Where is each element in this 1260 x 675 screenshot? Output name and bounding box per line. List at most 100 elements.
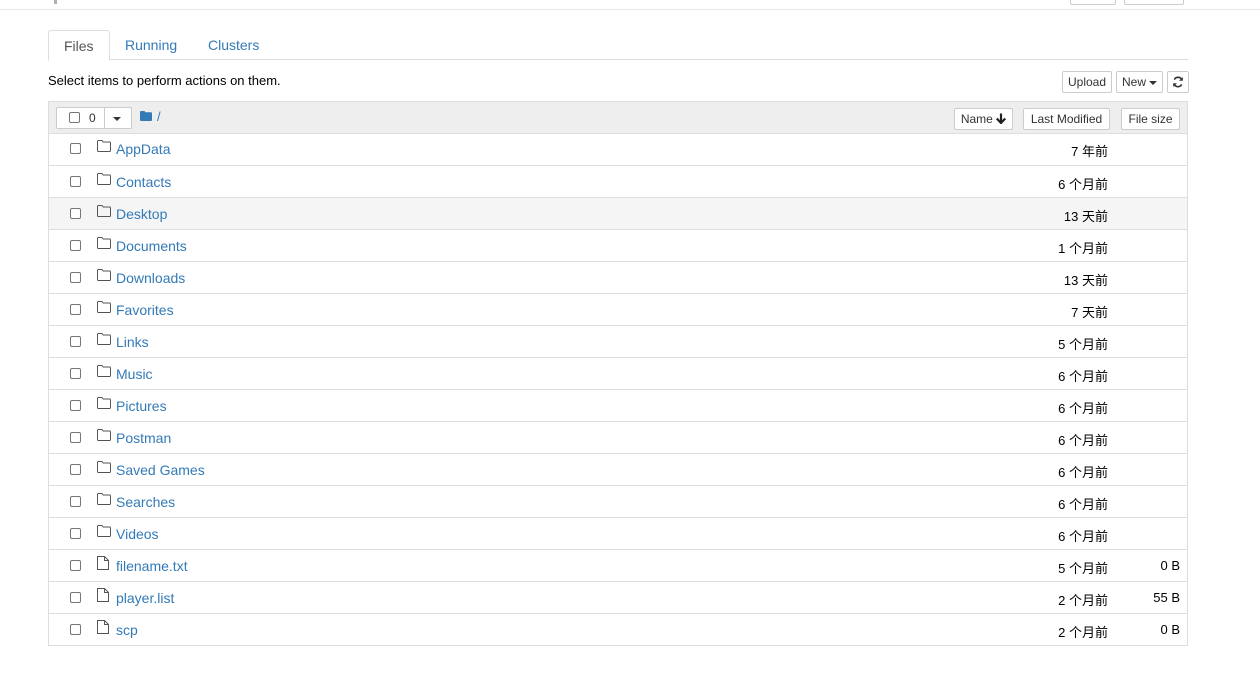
item-checkbox[interactable]: [70, 592, 81, 603]
item-checkbox[interactable]: [70, 624, 81, 635]
folder-icon: [97, 429, 111, 444]
breadcrumb[interactable]: /: [157, 109, 161, 124]
item-name-link[interactable]: scp: [116, 622, 138, 638]
item-checkbox[interactable]: [70, 208, 81, 219]
folder-icon: [97, 333, 111, 348]
select-all-checkbox[interactable]: [69, 112, 80, 123]
list-item[interactable]: Videos 6 个月前: [49, 517, 1187, 549]
sort-by-name-button[interactable]: Name: [954, 108, 1013, 130]
folder-icon: [97, 140, 111, 155]
list-item[interactable]: scp 2 个月前 0 B: [49, 613, 1187, 645]
item-name-link[interactable]: filename.txt: [116, 558, 188, 574]
list-item[interactable]: Postman 6 个月前: [49, 421, 1187, 453]
folder-icon: [97, 397, 111, 412]
item-modified: 5 个月前: [1058, 337, 1108, 352]
item-checkbox[interactable]: [70, 336, 81, 347]
new-button-label: New: [1121, 75, 1146, 89]
item-modified: 6 个月前: [1058, 529, 1108, 544]
refresh-button[interactable]: [1167, 71, 1189, 93]
item-name-link[interactable]: AppData: [116, 141, 170, 157]
list-item[interactable]: Favorites 7 天前: [49, 293, 1187, 325]
tab-files[interactable]: Files: [48, 30, 110, 61]
list-item[interactable]: filename.txt 5 个月前 0 B: [49, 549, 1187, 581]
list-item[interactable]: Documents 1 个月前: [49, 229, 1187, 261]
list-item[interactable]: Downloads 13 天前: [49, 261, 1187, 293]
item-name-link[interactable]: Downloads: [116, 270, 185, 286]
item-checkbox[interactable]: [70, 240, 81, 251]
item-modified: 7 天前: [1071, 305, 1108, 320]
item-checkbox[interactable]: [70, 176, 81, 187]
item-name-link[interactable]: player.list: [116, 590, 174, 606]
folder-icon: [97, 269, 111, 284]
item-checkbox[interactable]: [70, 560, 81, 571]
select-dropdown-button[interactable]: [104, 107, 132, 129]
item-name-link[interactable]: Music: [116, 366, 153, 382]
tab-bar: Files Running Clusters: [48, 30, 1188, 61]
tab-running[interactable]: Running: [110, 30, 192, 60]
item-name-link[interactable]: Saved Games: [116, 462, 205, 478]
item-modified: 6 个月前: [1058, 433, 1108, 448]
item-checkbox[interactable]: [70, 304, 81, 315]
item-size: 0 B: [1160, 622, 1180, 637]
list-item[interactable]: Contacts 6 个月前: [49, 165, 1187, 197]
item-name-link[interactable]: Searches: [116, 494, 175, 510]
refresh-icon: [1173, 76, 1183, 88]
item-modified: 6 个月前: [1058, 465, 1108, 480]
item-checkbox[interactable]: [70, 400, 81, 411]
folder-icon: [97, 237, 111, 252]
list-item[interactable]: player.list 2 个月前 55 B: [49, 581, 1187, 613]
item-name-link[interactable]: Links: [116, 334, 149, 350]
item-checkbox[interactable]: [70, 368, 81, 379]
list-item[interactable]: Saved Games 6 个月前: [49, 453, 1187, 485]
item-name-link[interactable]: Postman: [116, 430, 171, 446]
selected-count: 0: [89, 111, 96, 125]
file-icon: [97, 556, 109, 573]
upload-button[interactable]: Upload: [1062, 71, 1112, 93]
select-all-group: 0: [56, 107, 132, 129]
new-button[interactable]: New: [1116, 71, 1163, 93]
header-button-fragment[interactable]: [1124, 0, 1184, 5]
folder-icon: [97, 461, 111, 476]
sort-by-last-modified-button[interactable]: Last Modified: [1023, 108, 1110, 130]
tab-clusters[interactable]: Clusters: [193, 30, 274, 60]
item-modified: 6 个月前: [1058, 497, 1108, 512]
item-checkbox[interactable]: [70, 432, 81, 443]
item-modified: 13 天前: [1063, 209, 1108, 224]
logo-fragment: [54, 0, 57, 4]
folder-icon[interactable]: [140, 111, 152, 121]
item-name-link[interactable]: Contacts: [116, 174, 171, 190]
list-item[interactable]: Music 6 个月前: [49, 357, 1187, 389]
item-name-link[interactable]: Documents: [116, 238, 187, 254]
folder-icon: [97, 173, 111, 188]
item-modified: 13 天前: [1063, 273, 1108, 288]
item-checkbox[interactable]: [70, 528, 81, 539]
list-item[interactable]: Links 5 个月前: [49, 325, 1187, 357]
item-size: 0 B: [1160, 558, 1180, 573]
item-checkbox[interactable]: [70, 496, 81, 507]
item-checkbox[interactable]: [70, 464, 81, 475]
item-name-link[interactable]: Favorites: [116, 302, 174, 318]
item-modified: 2 个月前: [1058, 593, 1108, 608]
list-item[interactable]: Pictures 6 个月前: [49, 389, 1187, 421]
file-icon: [97, 588, 109, 605]
chevron-down-icon: [113, 117, 121, 121]
item-name-link[interactable]: Pictures: [116, 398, 167, 414]
folder-icon: [97, 205, 111, 220]
item-checkbox[interactable]: [70, 272, 81, 283]
folder-icon: [97, 365, 111, 380]
list-item[interactable]: Searches 6 个月前: [49, 485, 1187, 517]
sort-name-label: Name: [960, 112, 993, 126]
item-modified: 6 个月前: [1058, 177, 1108, 192]
list-item[interactable]: AppData 7 年前: [49, 133, 1187, 165]
header-button-fragment[interactable]: [1070, 0, 1116, 5]
sort-by-file-size-button[interactable]: File size: [1121, 108, 1180, 130]
item-name-link[interactable]: Videos: [116, 526, 159, 542]
item-checkbox[interactable]: [70, 143, 81, 154]
chevron-down-icon: [1149, 80, 1157, 85]
list-item[interactable]: Desktop 13 天前: [49, 197, 1187, 229]
item-size: 55 B: [1153, 590, 1180, 605]
folder-icon: [97, 301, 111, 316]
folder-icon: [97, 493, 111, 508]
item-name-link[interactable]: Desktop: [116, 206, 167, 222]
item-modified: 2 个月前: [1058, 625, 1108, 640]
